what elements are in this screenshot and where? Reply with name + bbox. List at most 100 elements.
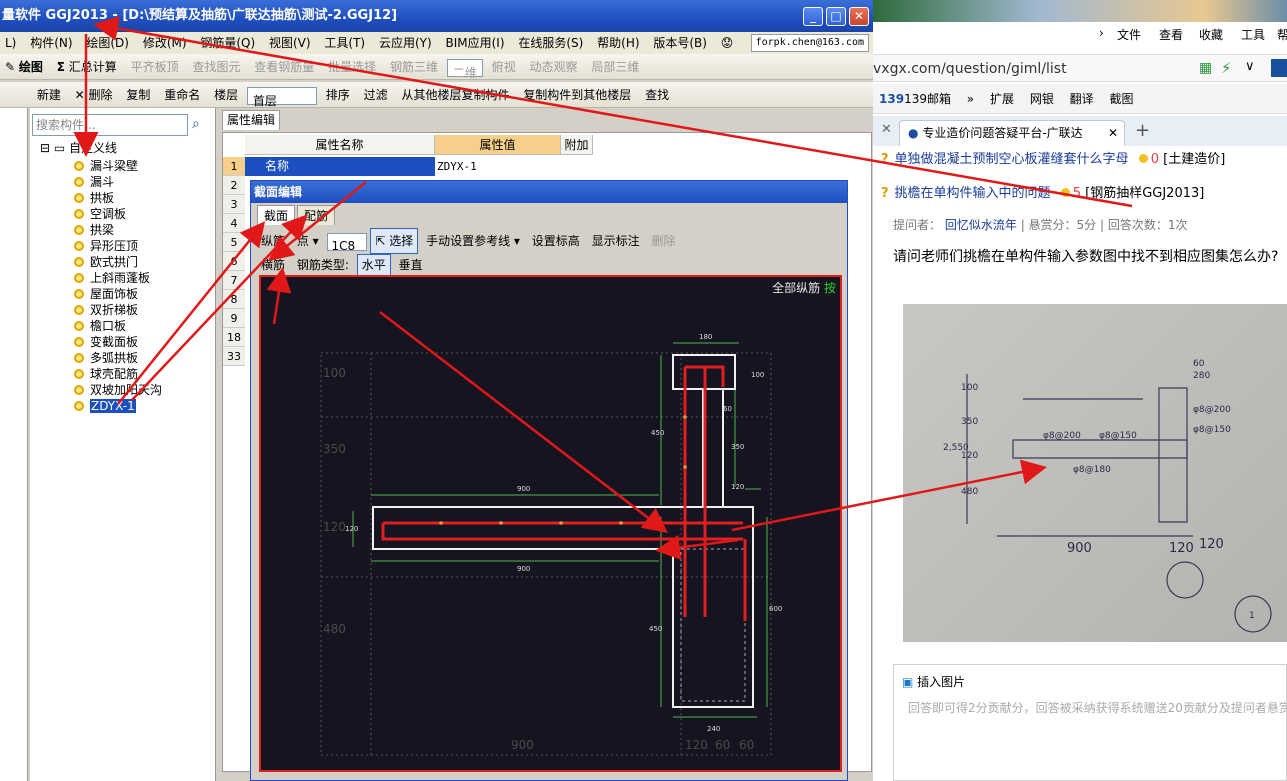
close-tab-icon[interactable]: ✕ — [1108, 121, 1118, 145]
sum-calc-button[interactable]: Σ 汇总计算 — [52, 54, 122, 79]
row-number[interactable]: 5 — [223, 233, 245, 252]
section-drawing-canvas[interactable]: 全部纵筋 按 180 100 60 450 350 120 900 120 90… — [259, 275, 842, 772]
question-photo[interactable]: 100 350 2,550 120 480 φ8@200 φ8@150 φ8@1… — [903, 304, 1287, 642]
rename-button[interactable]: 重命名 — [159, 82, 205, 107]
draw-button[interactable]: ✎ 绘图 — [0, 54, 48, 79]
qr-icon[interactable]: ▦ — [1199, 60, 1212, 76]
find-button[interactable]: 查找 — [640, 82, 674, 107]
prop-name-cell[interactable]: 名称 — [245, 157, 435, 176]
menu-item-tools[interactable]: 工具(T) — [319, 32, 370, 54]
menu-item-version[interactable]: 版本号(B) — [648, 32, 712, 54]
row-number[interactable]: 6 — [223, 252, 245, 271]
view-rebar-qty-button[interactable]: 查看钢筋量 — [249, 54, 319, 79]
row-number[interactable]: 18 — [223, 328, 245, 347]
tree-item[interactable]: 拱板 — [74, 190, 114, 206]
menu-item-rebar-qty[interactable]: 钢筋量(Q) — [195, 32, 260, 54]
search-input[interactable]: 搜索构件... — [32, 114, 188, 136]
row-number[interactable]: 9 — [223, 309, 245, 328]
row-number[interactable]: 8 — [223, 290, 245, 309]
tree-item[interactable]: 屋面饰板 — [74, 286, 138, 302]
menu-item-cloud[interactable]: 云应用(Y) — [374, 32, 437, 54]
question-list-item[interactable]: ? 单独做混凝土预制空心板灌缝套什么字母 0 [土建造价] — [881, 148, 1225, 167]
address-bar[interactable]: vxgx.com/question/giml/list ▦ ⚡ ∨ — [873, 54, 1287, 82]
select-button[interactable]: ⇱ 选择 — [370, 228, 419, 254]
browser-tab-active[interactable]: ● 专业造价问题答疑平台-广联达 ✕ — [899, 120, 1125, 146]
set-elevation-button[interactable]: 设置标高 — [528, 229, 584, 253]
row-number[interactable]: 1 — [223, 157, 245, 176]
extension-icon[interactable] — [1271, 59, 1287, 77]
answer-box[interactable]: ▣ 插入图片 回答即可得2分贡献分，回答被采纳获得系统赠送20贡献分及提问者悬赏 — [893, 664, 1287, 781]
smiley-icon[interactable]: 😟 — [716, 32, 739, 54]
new-tab-icon[interactable]: + — [1135, 120, 1150, 141]
rebar-3d-button[interactable]: 钢筋三维 — [385, 54, 443, 79]
tree-item[interactable]: 空调板 — [74, 206, 126, 222]
question-link[interactable]: 单独做混凝土预制空心板灌缝套什么字母 — [895, 152, 1129, 167]
tree-item[interactable]: 漏斗梁壁 — [74, 158, 138, 174]
menu-item[interactable]: L) — [0, 32, 21, 54]
new-button[interactable]: 新建 — [32, 82, 66, 107]
bookmark-bank[interactable]: 网银 — [1024, 84, 1060, 114]
top-view-button[interactable]: 俯视 — [487, 54, 521, 79]
tree-item[interactable]: 拱梁 — [74, 222, 114, 238]
delete-annotation-button[interactable]: 删除 — [647, 229, 679, 253]
menu-file[interactable]: 文件 — [1117, 26, 1141, 43]
insert-image-button[interactable]: ▣ 插入图片 — [902, 673, 965, 690]
tree-item[interactable]: 异形压顶 — [74, 238, 138, 254]
bookmark-139mail[interactable]: 139139邮箱 — [873, 84, 957, 114]
view-mode-select[interactable]: 二维 — [446, 58, 483, 79]
row-number[interactable]: 4 — [223, 214, 245, 233]
transverse-rebar-button[interactable]: 横筋 — [257, 253, 289, 277]
bookmark-translate[interactable]: 翻译 — [1064, 84, 1100, 114]
close-tab-icon[interactable]: ✕ — [881, 122, 892, 137]
copy-button[interactable]: 复制 — [121, 82, 155, 107]
row-number[interactable]: 2 — [223, 176, 245, 195]
url-text[interactable]: vxgx.com/question/giml/list — [873, 61, 1067, 77]
tab-rebar[interactable]: 配筋 — [297, 205, 336, 225]
sort-button[interactable]: 排序 — [321, 82, 355, 107]
horizontal-button[interactable]: 水平 — [356, 254, 391, 276]
row-number[interactable]: 33 — [223, 347, 245, 366]
minimize-button[interactable]: _ — [803, 7, 823, 26]
menu-item-draw[interactable]: 绘图(D) — [81, 32, 134, 54]
menu-help[interactable]: 帮 — [1277, 26, 1287, 43]
row-number[interactable]: 7 — [223, 271, 245, 290]
chevron-down-icon[interactable]: ∨ — [1245, 59, 1255, 74]
answer-textarea[interactable]: 回答即可得2分贡献分，回答被采纳获得系统赠送20贡献分及提问者悬赏 — [908, 699, 1287, 716]
asker-link[interactable]: 回忆似水流年 — [945, 218, 1017, 232]
flush-slab-button[interactable]: 平齐板顶 — [126, 54, 184, 79]
menu-tools[interactable]: 工具 — [1241, 26, 1265, 43]
question-link[interactable]: 挑檐在单构件输入中的问题 — [895, 186, 1051, 201]
show-annotation-button[interactable]: 显示标注 — [588, 229, 644, 253]
menu-item-view[interactable]: 视图(V) — [264, 32, 316, 54]
floor-select[interactable]: 首层 — [246, 86, 317, 107]
local-3d-button[interactable]: 局部三维 — [586, 54, 644, 79]
point-mode-select[interactable]: 点 ▾ — [293, 229, 323, 253]
tree-item[interactable]: 上斜雨蓬板 — [74, 270, 150, 286]
find-element-button[interactable]: 查找图元 — [187, 54, 245, 79]
tree-item-selected[interactable]: ZDYX-1 — [74, 398, 136, 414]
menu-item-help[interactable]: 帮助(H) — [592, 32, 644, 54]
tree-root[interactable]: ⊟ ▭ 自定义线 — [40, 140, 117, 156]
tree-item[interactable]: 檐口板 — [74, 318, 126, 334]
tree-item[interactable]: 双坡加阳天沟 — [74, 382, 162, 398]
tree-item[interactable]: 变截面板 — [74, 334, 138, 350]
manual-refline-button[interactable]: 手动设置参考线 ▾ — [422, 229, 524, 253]
maximize-button[interactable]: □ — [826, 7, 846, 26]
bookmark-extension[interactable]: 扩展 — [984, 84, 1020, 114]
double-chevron-icon[interactable]: » — [961, 84, 980, 114]
batch-select-button[interactable]: 批量选择 — [323, 54, 381, 79]
tree-item[interactable]: 双折梯板 — [74, 302, 138, 318]
question-list-item[interactable]: ? 挑檐在单构件输入中的问题 5 [钢筋抽样GGJ2013] — [881, 182, 1204, 201]
copy-from-floor-button[interactable]: 从其他楼层复制构件 — [396, 82, 514, 107]
tab-property-edit[interactable]: 属性编辑 — [222, 110, 280, 130]
menu-item-online[interactable]: 在线服务(S) — [513, 32, 588, 54]
menu-item-modify[interactable]: 修改(M) — [138, 32, 192, 54]
search-icon[interactable]: ⌕ — [192, 116, 210, 134]
menu-item-component[interactable]: 构件(N) — [25, 32, 77, 54]
menu-view[interactable]: 查看 — [1159, 26, 1183, 43]
longitudinal-rebar-button[interactable]: 纵筋 — [257, 229, 289, 253]
tree-item[interactable]: 球壳配筋 — [74, 366, 138, 382]
prop-value-cell[interactable]: ZDYX-1 — [435, 157, 561, 176]
delete-button[interactable]: ✕ 删除 — [70, 82, 118, 107]
tree-item[interactable]: 漏斗 — [74, 174, 114, 190]
